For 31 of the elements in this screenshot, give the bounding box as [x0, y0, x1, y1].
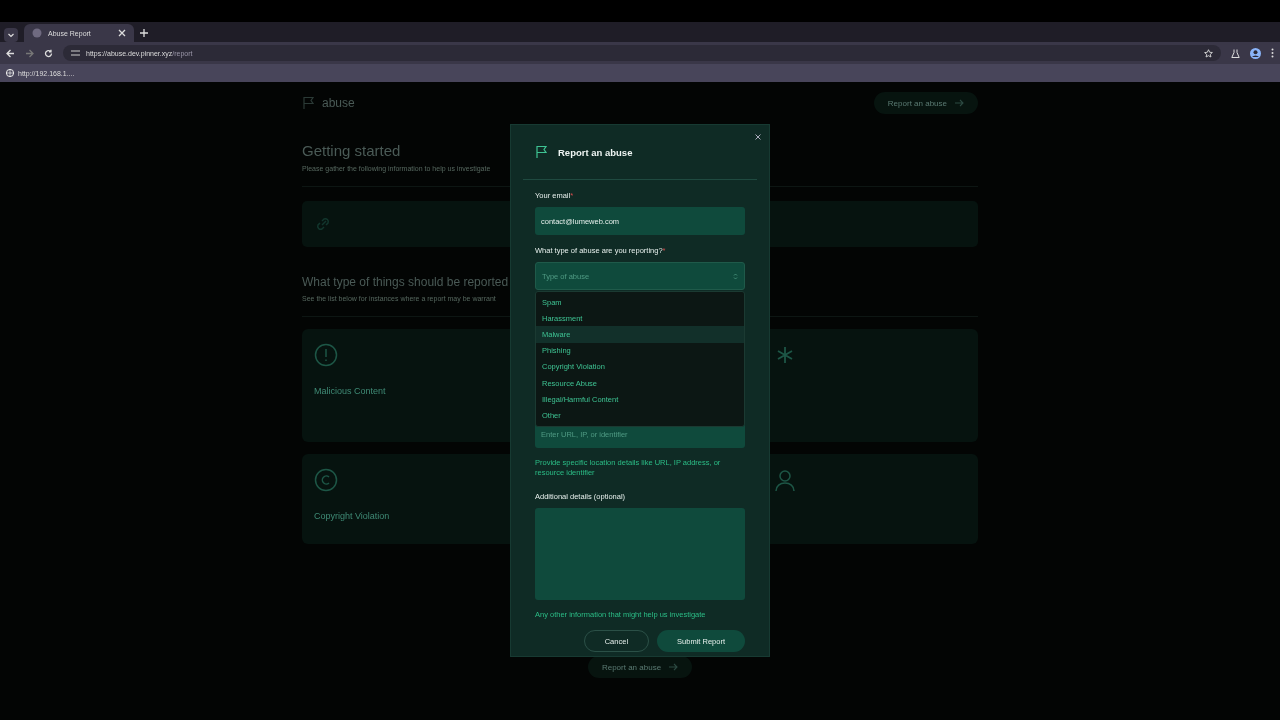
globe-icon	[6, 69, 14, 77]
report-button[interactable]: Report an abuse	[587, 656, 693, 678]
person-icon	[772, 468, 797, 492]
exclamation-circle-icon	[314, 343, 338, 367]
modal-title: Report an abuse	[558, 146, 633, 158]
logo-text: abuse	[322, 96, 355, 110]
report-button[interactable]: Report an abuse	[873, 92, 978, 114]
arrow-right-icon	[955, 99, 964, 107]
sliders-icon	[71, 49, 80, 57]
flag-icon	[302, 96, 316, 110]
card-title: Copyright Violation	[314, 511, 391, 521]
close-icon[interactable]	[118, 29, 126, 37]
star-icon[interactable]	[1204, 48, 1213, 58]
back-arrow-icon[interactable]	[6, 48, 15, 58]
link-icon	[314, 215, 332, 233]
section-heading: What type of things should be reported	[302, 275, 509, 289]
close-icon[interactable]	[755, 134, 761, 140]
chevron-updown-icon	[733, 272, 738, 280]
chevron-down-icon[interactable]	[4, 28, 18, 42]
copyright-icon	[314, 468, 338, 492]
flask-icon[interactable]	[1231, 48, 1240, 58]
forward-arrow-icon[interactable]	[25, 48, 34, 58]
profile-icon[interactable]	[1250, 47, 1261, 59]
globe-icon	[32, 28, 42, 38]
section-heading: Getting started	[302, 142, 401, 159]
plus-icon[interactable]	[140, 29, 148, 37]
kebab-menu-icon[interactable]	[1271, 48, 1274, 58]
arrow-right-icon	[669, 663, 679, 671]
reload-icon[interactable]	[44, 48, 53, 58]
card-title: Malicious Content	[314, 386, 387, 396]
flag-icon	[535, 145, 549, 159]
